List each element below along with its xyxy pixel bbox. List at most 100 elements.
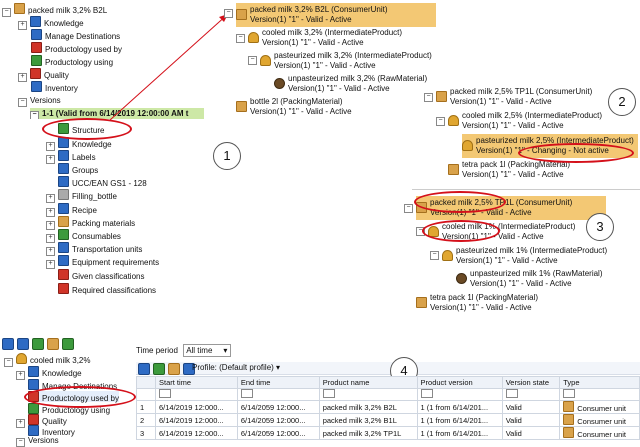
- cell-product-name: packed milk 3,2% TP1L: [318, 426, 418, 440]
- bag-icon: [16, 353, 27, 364]
- quality-icon: [28, 414, 39, 425]
- filter-cell: [136, 388, 156, 401]
- column-header[interactable]: End time: [236, 376, 320, 389]
- node-pasteurized-milk[interactable]: pasteurized milk 1% (IntermediateProduct…: [442, 246, 607, 266]
- bottom-toolbar-left: [2, 338, 77, 352]
- table-row[interactable]: 2 6/14/2019 12:000... 6/14/2059 12:000..…: [136, 413, 640, 427]
- cell-type: Consumer unit: [559, 400, 640, 414]
- refresh-icon[interactable]: [138, 363, 150, 375]
- packing-icon: [236, 101, 247, 112]
- open-icon[interactable]: [47, 338, 59, 350]
- bag-icon: [448, 115, 459, 126]
- callout-2: 2: [608, 88, 636, 116]
- node-unpasteurized-milk[interactable]: unpasteurized milk 1% (RawMaterial) Vers…: [456, 269, 603, 289]
- node-cooled-milk[interactable]: cooled milk 2,5% (IntermediateProduct) V…: [448, 111, 602, 131]
- node-root[interactable]: packed milk 3,2% B2L (ConsumerUnit) Vers…: [236, 3, 436, 27]
- table-row[interactable]: 1 6/14/2019 12:000... 6/14/2059 12:000..…: [136, 400, 640, 414]
- filter-input[interactable]: [240, 389, 253, 398]
- collapse-all-icon[interactable]: [17, 338, 29, 350]
- node-tetra-pack[interactable]: tetra pack 1l (PackingMaterial) Version(…: [448, 160, 570, 180]
- time-period-select[interactable]: All time ▾: [183, 344, 232, 357]
- cell-end-time: 6/14/2059 12:000...: [236, 400, 320, 414]
- highlight-ellipse-root: [414, 191, 506, 213]
- bottom-tree-quality[interactable]: + Quality: [16, 414, 67, 428]
- row-number: 1: [136, 400, 156, 414]
- expand-all-icon[interactable]: [2, 338, 14, 350]
- cell-type: Consumer unit: [559, 413, 640, 427]
- filter-cell[interactable]: [501, 388, 561, 401]
- export-icon[interactable]: [153, 363, 165, 375]
- box-icon: [236, 9, 247, 20]
- collapse-toggle[interactable]: −: [436, 117, 445, 126]
- filter-cell[interactable]: [416, 388, 503, 401]
- consumer-unit-icon: [563, 401, 575, 412]
- refresh-icon[interactable]: [32, 338, 44, 350]
- column-header[interactable]: Type: [559, 376, 640, 389]
- collapse-toggle[interactable]: −: [4, 358, 13, 367]
- destinations-icon: [28, 379, 39, 390]
- cell-product-version: 1 (1 from 6/14/201...: [416, 400, 503, 414]
- chevron-down-icon: ▾: [223, 346, 228, 355]
- row-number: 2: [136, 413, 156, 427]
- product-usage-table: Start time End time Product name Product…: [136, 376, 640, 440]
- filter-input[interactable]: [505, 389, 518, 398]
- table-header-row: Start time End time Product name Product…: [136, 376, 640, 389]
- filter-input[interactable]: [420, 389, 433, 398]
- knowledge-icon: [28, 366, 39, 377]
- filter-input[interactable]: [159, 389, 171, 398]
- collapse-toggle[interactable]: −: [430, 251, 439, 260]
- node-cooled-milk[interactable]: cooled milk 3,2% (IntermediateProduct) V…: [248, 28, 402, 48]
- filter-cell[interactable]: [155, 388, 238, 401]
- filter-cell[interactable]: [559, 388, 640, 401]
- column-header[interactable]: Product version: [416, 376, 503, 389]
- table-row[interactable]: 3 6/14/2019 12:000... 6/14/2059 12:000..…: [136, 426, 640, 440]
- collapse-toggle[interactable]: −: [424, 93, 433, 102]
- node-root[interactable]: packed milk 2,5% TP1L (ConsumerUnit) Ver…: [436, 87, 592, 107]
- export-icon[interactable]: [62, 338, 74, 350]
- collapse-toggle[interactable]: −: [404, 204, 413, 213]
- raw-material-icon: [274, 78, 285, 89]
- filter-input[interactable]: [563, 389, 576, 398]
- raw-material-icon: [456, 273, 467, 284]
- bag-icon: [442, 250, 453, 261]
- filter-cell[interactable]: [318, 388, 418, 401]
- cell-product-version: 1 (1 from 6/14/201...: [416, 413, 503, 427]
- highlight-ellipse-changing: [518, 143, 634, 163]
- profile-dropdown[interactable]: Profile: (Default profile) ▾: [192, 362, 280, 374]
- node-tetra-pack[interactable]: tetra pack 1l (PackingMaterial) Version(…: [416, 293, 538, 313]
- collapse-toggle[interactable]: −: [248, 56, 257, 65]
- column-header[interactable]: Product name: [318, 376, 418, 389]
- cell-version-state: Valid: [501, 400, 561, 414]
- filter-input[interactable]: [322, 389, 335, 398]
- cell-product-name: packed milk 3,2% B1L: [318, 413, 418, 427]
- highlight-ellipse-cooled: [422, 220, 500, 242]
- filter-cell[interactable]: [236, 388, 320, 401]
- bottom-tree-knowledge[interactable]: + Knowledge: [16, 366, 82, 380]
- expand-toggle[interactable]: +: [16, 419, 25, 428]
- node-pasteurized-milk[interactable]: pasteurized milk 3,2% (IntermediateProdu…: [260, 51, 432, 71]
- node-unpasteurized-milk[interactable]: unpasteurized milk 3,2% (RawMaterial) Ve…: [274, 74, 427, 94]
- column-header[interactable]: Start time: [155, 376, 238, 389]
- cell-type: Consumer unit: [559, 426, 640, 440]
- highlight-ellipse-productology: [24, 386, 136, 408]
- packing-icon: [416, 297, 427, 308]
- bag-icon: [260, 55, 271, 66]
- collapse-toggle[interactable]: −: [236, 34, 245, 43]
- consumer-unit-icon: [563, 414, 575, 425]
- node-bottle[interactable]: bottle 2l (PackingMaterial) Version(1) "…: [236, 97, 352, 117]
- collapse-toggle[interactable]: −: [16, 438, 25, 447]
- expand-toggle[interactable]: +: [16, 371, 25, 380]
- productology-using-icon: [28, 403, 39, 414]
- cell-start-time: 6/14/2019 12:000...: [155, 426, 238, 440]
- column-header[interactable]: Version state: [501, 376, 561, 389]
- divider: [412, 189, 640, 190]
- callout-1: 1: [213, 142, 241, 170]
- cell-product-name: packed milk 3,2% B2L: [318, 400, 418, 414]
- bottom-tree-root[interactable]: − cooled milk 3,2%: [4, 353, 90, 367]
- bottom-tree-versions[interactable]: − Versions: [16, 435, 59, 447]
- folder-icon[interactable]: [168, 363, 180, 375]
- packing-icon: [448, 164, 459, 175]
- bag-icon: [462, 140, 473, 151]
- cell-end-time: 6/14/2059 12:000...: [236, 413, 320, 427]
- collapse-toggle[interactable]: −: [224, 9, 233, 18]
